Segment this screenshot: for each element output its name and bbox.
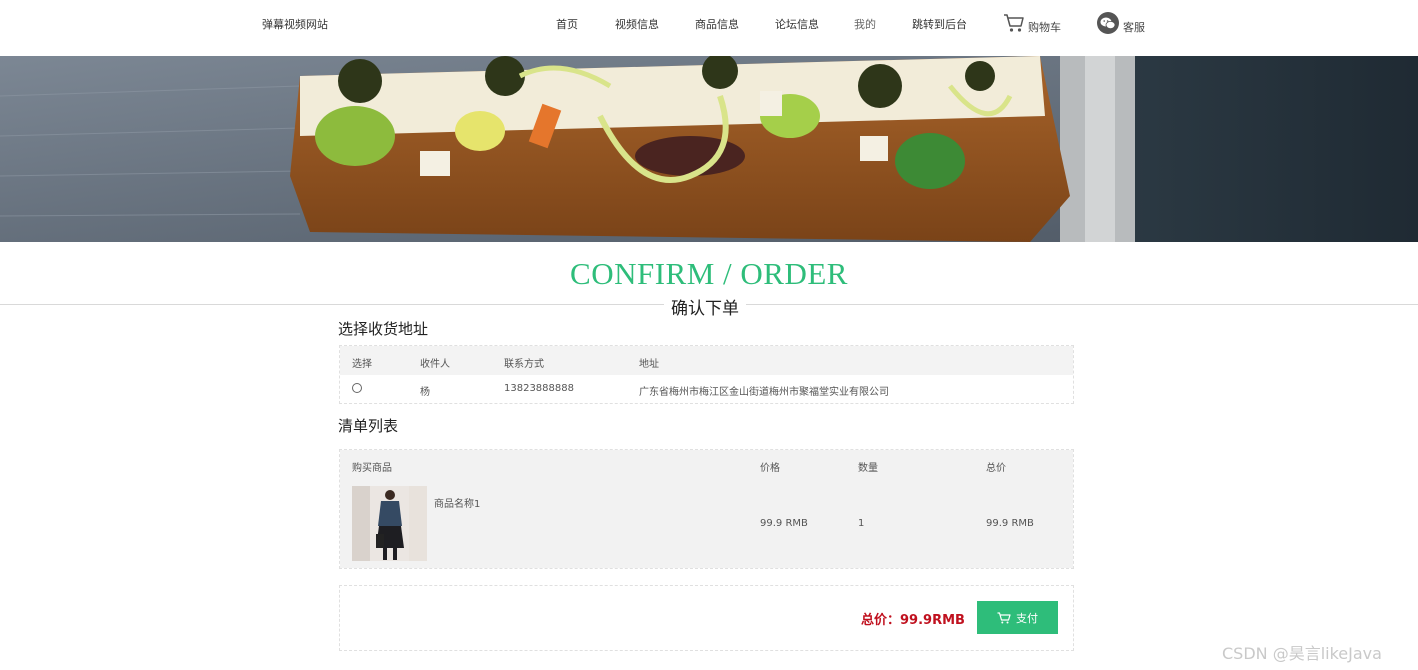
- column-header-quantity: 数量: [858, 463, 878, 474]
- site-brand[interactable]: 弹幕视频网站: [262, 16, 328, 32]
- column-header-total: 总价: [986, 463, 1006, 474]
- product-total: 99.9 RMB: [986, 518, 1034, 529]
- food-banner-image: [0, 56, 1418, 242]
- address-recipient: 杨: [420, 387, 430, 398]
- product-quantity: 1: [858, 518, 865, 529]
- column-header-product: 购买商品: [352, 463, 392, 474]
- nav-admin[interactable]: 跳转到后台: [912, 16, 967, 32]
- shopping-cart-icon[interactable]: [1003, 13, 1025, 33]
- nav-cart[interactable]: 购物车: [1028, 19, 1061, 35]
- address-section-title: 选择收货地址: [338, 320, 429, 338]
- order-total: 总价：99.9RMB: [861, 613, 965, 628]
- address-phone: 13823888888: [504, 383, 574, 394]
- items-table-body: 购买商品 价格 数量 总价 商品名称1 99.9 RMB 1 99.9 RMB: [340, 450, 1073, 568]
- top-nav-bar: 弹幕视频网站 首页 视频信息 商品信息 论坛信息 我的 跳转到后台 购物车 客服: [0, 0, 1418, 56]
- column-header-address: 地址: [639, 359, 659, 370]
- nav-product-info[interactable]: 商品信息: [695, 16, 739, 32]
- address-row[interactable]: 杨 13823888888 广东省梅州市梅江区金山街道梅州市聚福堂实业有限公司: [340, 375, 1073, 403]
- nav-customer-service[interactable]: 客服: [1123, 19, 1145, 35]
- page-title-chinese: 确认下单: [664, 294, 746, 319]
- address-text: 广东省梅州市梅江区金山街道梅州市聚福堂实业有限公司: [639, 387, 889, 398]
- pay-button[interactable]: 支付: [977, 601, 1058, 634]
- column-header-recipient: 收件人: [420, 359, 450, 370]
- nav-video-info[interactable]: 视频信息: [615, 16, 659, 32]
- column-header-select: 选择: [352, 359, 372, 370]
- shopping-cart-icon: [997, 611, 1011, 623]
- page-title-english: CONFIRM / ORDER: [570, 256, 848, 291]
- nav-mine[interactable]: 我的: [854, 16, 876, 32]
- address-select-radio[interactable]: [352, 383, 362, 393]
- product-name[interactable]: 商品名称1: [434, 495, 480, 510]
- nav-forum-info[interactable]: 论坛信息: [775, 16, 819, 32]
- nav-home[interactable]: 首页: [556, 16, 578, 32]
- pay-button-label: 支付: [1016, 611, 1038, 625]
- address-table-header: 选择 收件人 联系方式 地址: [340, 346, 1073, 375]
- product-price: 99.9 RMB: [760, 518, 808, 529]
- column-header-price: 价格: [760, 463, 780, 474]
- product-thumbnail[interactable]: [352, 486, 427, 561]
- csdn-watermark: CSDN @昊言likeJava: [1222, 644, 1382, 663]
- column-header-contact: 联系方式: [504, 359, 544, 370]
- items-section-title: 清单列表: [338, 417, 399, 435]
- wechat-icon[interactable]: [1097, 12, 1119, 34]
